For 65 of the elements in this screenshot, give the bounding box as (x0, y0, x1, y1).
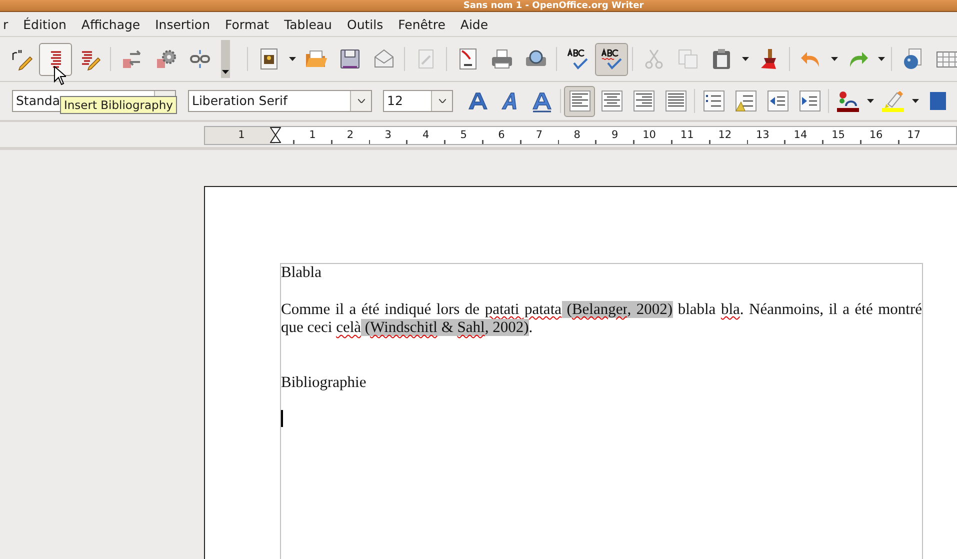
caret-icon (878, 57, 884, 61)
align-left-icon (568, 89, 592, 113)
left-button[interactable] (564, 86, 595, 116)
caret-icon (288, 57, 296, 61)
caret-icon (866, 99, 874, 103)
ruler-label: 14 (794, 129, 808, 141)
menu-item[interactable]: Fenêtre (397, 16, 446, 32)
menu-item[interactable]: Affichage (80, 16, 142, 32)
ruler-label: 7 (536, 129, 543, 141)
caret-icon (358, 99, 364, 103)
autospell-button[interactable] (595, 42, 628, 76)
ruler-label: 16 (869, 129, 883, 141)
indent-icon (798, 89, 822, 113)
caret-icon (912, 99, 918, 103)
outdent-icon (766, 89, 790, 113)
numbered-list-icon (702, 89, 726, 113)
ruler-label: 10 (642, 129, 656, 141)
font-color-icon (836, 89, 860, 113)
ruler-label: 3 (384, 129, 392, 141)
ruler-label: 8 (574, 129, 580, 141)
printer-icon (490, 47, 514, 71)
pencil-icon (10, 47, 34, 71)
ruler-label: 17 (907, 129, 921, 141)
chain-icon (188, 47, 212, 71)
ruler-label: 4 (422, 129, 430, 141)
paragraph: Comme il a été indiqué lors de patati patata (Belanger, 2002) blabla bla. Néanmoins, il a été montré que ceci celà (Windschitl & Sahl, 2002). (281, 300, 922, 338)
caret-icon (830, 57, 838, 61)
spellcheck-icon (566, 47, 590, 71)
save-icon (338, 47, 362, 71)
menu-item[interactable]: Tableau (283, 16, 333, 32)
toolbar-overflow-button[interactable] (221, 40, 230, 78)
list-icon (734, 89, 758, 113)
ruler-label: 15 (832, 129, 845, 141)
menu-item[interactable]: r (2, 16, 10, 32)
ruler-label: 1 (309, 129, 316, 141)
font-name-combo[interactable]: Liberation Serif (188, 90, 372, 112)
ruler-label: 5 (460, 129, 467, 141)
ruler-label: 12 (718, 129, 732, 141)
menu-item[interactable]: Format (224, 16, 270, 32)
paragraph: Blabla (281, 264, 322, 282)
menu-item[interactable]: Aide (459, 16, 490, 32)
ruler-label: 1 (238, 129, 245, 141)
copy-icon (676, 47, 700, 71)
ruler-label: 6 (498, 129, 505, 141)
menu-item[interactable]: Édition (22, 16, 68, 32)
font-size-combo[interactable]: 12 (383, 90, 453, 112)
tooltip: Insert Bibliography (60, 96, 177, 114)
caret-icon (438, 99, 446, 103)
ruler-label: 11 (680, 129, 694, 141)
ruler-label: 9 (611, 129, 618, 141)
paragraph: Bibliographie (281, 374, 368, 392)
menu-item[interactable]: Insertion (154, 16, 212, 32)
mouse-pointer-icon (54, 66, 66, 85)
indent-marker-icon[interactable] (270, 127, 281, 143)
menu-item[interactable]: Outils (346, 16, 384, 32)
align-right-icon (632, 89, 656, 113)
spellcheck-icon (600, 47, 624, 71)
ruler-label: 13 (756, 129, 770, 141)
window-title: Sans nom 1 - OpenOffice.org Writer (462, 0, 644, 10)
ruler-label: 2 (346, 129, 354, 141)
align-justify-icon (664, 89, 688, 113)
caret-icon (742, 57, 748, 61)
align-center-icon (600, 89, 624, 113)
caret-icon (222, 70, 229, 74)
highlighter-icon (880, 89, 904, 113)
